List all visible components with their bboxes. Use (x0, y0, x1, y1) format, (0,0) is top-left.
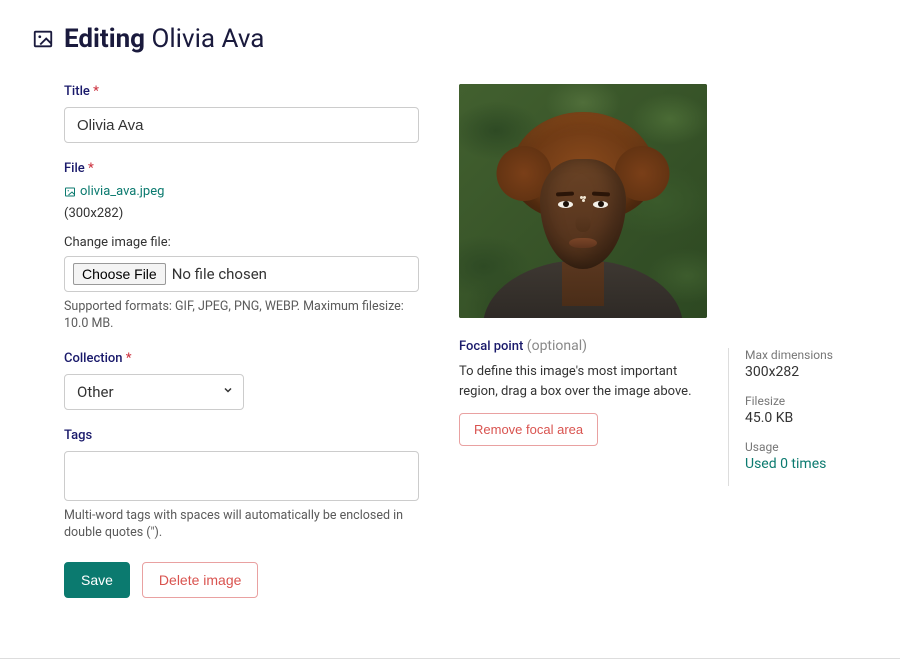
file-field: File * olivia_ava.jpeg (300x282) Change … (64, 161, 419, 333)
title-label: Title * (64, 84, 419, 99)
usage-label: Usage (745, 440, 868, 454)
collection-label: Collection * (64, 351, 419, 366)
delete-image-button[interactable]: Delete image (142, 562, 259, 598)
max-dimensions-value: 300x282 (745, 364, 868, 380)
edit-form: Title * File * olivia_ava.jpeg (64, 84, 419, 598)
page-title: Editing Olivia Ava (64, 24, 264, 54)
required-marker: * (93, 84, 99, 99)
title-field: Title * (64, 84, 419, 143)
focal-point-title: Focal point (optional) (459, 338, 707, 354)
save-button[interactable]: Save (64, 562, 130, 598)
image-icon (32, 28, 54, 50)
collection-select[interactable]: Other (64, 374, 244, 410)
required-marker: * (88, 161, 94, 176)
file-help-text: Supported formats: GIF, JPEG, PNG, WEBP.… (64, 298, 419, 333)
tags-help-text: Multi-word tags with spaces will automat… (64, 507, 419, 542)
page-header: Editing Olivia Ava (32, 24, 868, 54)
choose-file-button[interactable]: Choose File (73, 263, 166, 285)
tags-field: Tags Multi-word tags with spaces will au… (64, 428, 419, 542)
usage-link[interactable]: Used 0 times (745, 456, 826, 472)
file-label: File * (64, 161, 419, 176)
image-icon (64, 186, 76, 198)
image-name: Olivia Ava (151, 24, 264, 54)
focal-point-section: Focal point (optional) To define this im… (459, 338, 707, 446)
filesize-label: Filesize (745, 394, 868, 408)
footer-divider (0, 658, 900, 659)
tags-input[interactable] (64, 451, 419, 501)
remove-focal-area-button[interactable]: Remove focal area (459, 413, 598, 446)
file-dimensions: (300x282) (64, 206, 419, 221)
image-preview[interactable] (459, 84, 707, 318)
collection-field: Collection * Other (64, 351, 419, 410)
editing-label: Editing (64, 24, 145, 54)
filesize-value: 45.0 KB (745, 410, 868, 426)
file-picker[interactable]: Choose File No file chosen (64, 256, 419, 292)
focal-point-description: To define this image's most important re… (459, 362, 707, 401)
max-dimensions-label: Max dimensions (745, 348, 868, 362)
required-marker: * (126, 351, 132, 366)
title-input[interactable] (64, 107, 419, 143)
current-file-link[interactable]: olivia_ava.jpeg (64, 184, 164, 199)
form-actions: Save Delete image (64, 562, 419, 598)
tags-label: Tags (64, 428, 419, 443)
no-file-text: No file chosen (172, 265, 267, 283)
image-metadata: Max dimensions 300x282 Filesize 45.0 KB … (728, 348, 868, 486)
change-file-label: Change image file: (64, 235, 419, 250)
